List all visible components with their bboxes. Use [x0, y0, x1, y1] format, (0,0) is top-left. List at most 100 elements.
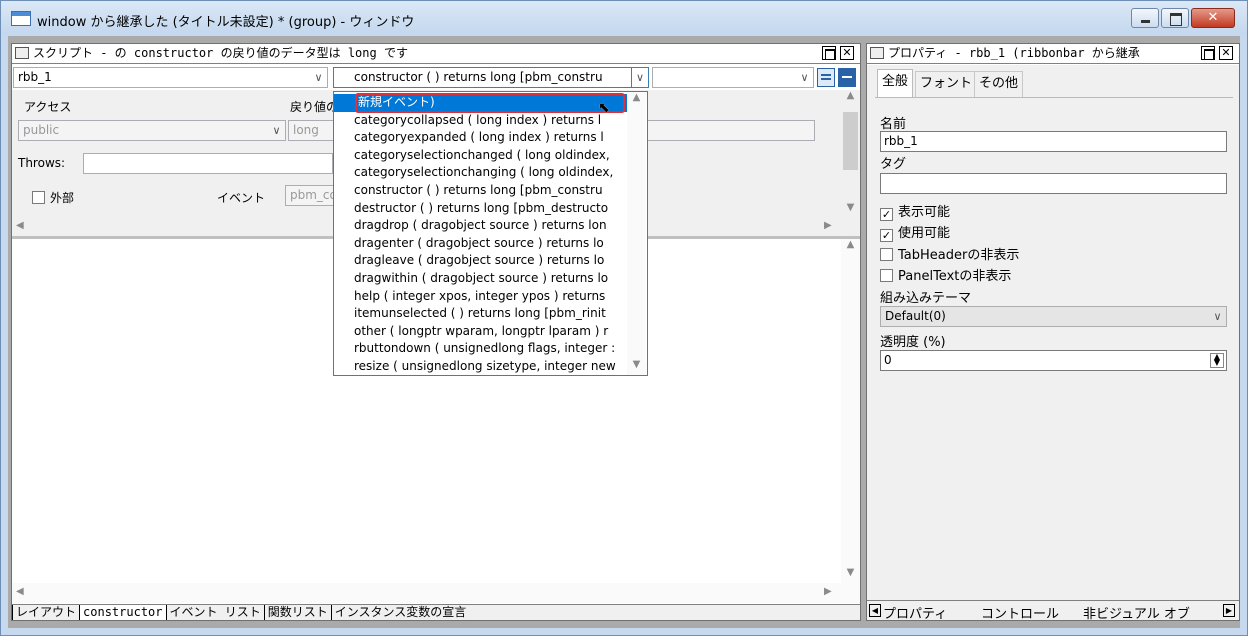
list-item[interactable]: dragwithin ( dragobject source ) returns…: [334, 270, 628, 288]
name-field[interactable]: rbb_1: [880, 131, 1227, 152]
editor-vscrollbar[interactable]: ▲ ▼: [841, 239, 860, 583]
list-item[interactable]: rbuttondown ( unsignedlong flags, intege…: [334, 340, 628, 358]
paneltext-checkbox[interactable]: PanelTextの非表示: [880, 265, 1011, 284]
divider: [875, 97, 1233, 98]
tab-constructor[interactable]: constructor: [79, 605, 166, 620]
chevron-down-icon: ∨: [631, 68, 648, 87]
visible-checkbox[interactable]: ✓ 表示可能: [880, 201, 950, 221]
layout-toggle-icon[interactable]: [817, 68, 835, 87]
scroll-left-icon[interactable]: ◀: [16, 220, 24, 231]
tab-properties[interactable]: プロパティ: [883, 603, 947, 620]
transparency-label: 透明度 (%): [880, 335, 946, 350]
tab-other[interactable]: その他: [974, 71, 1024, 97]
properties-vscrollbar[interactable]: ▲ ▼: [841, 90, 860, 218]
scroll-right-icon[interactable]: ▶: [824, 586, 832, 597]
throws-field[interactable]: [83, 153, 333, 174]
pane-close-button[interactable]: ✕: [840, 46, 854, 60]
list-item[interactable]: other ( longptr wparam, longptr lparam )…: [334, 323, 628, 341]
chevron-down-icon: ∨: [800, 71, 809, 84]
tag-field[interactable]: [880, 173, 1227, 194]
chevron-down-icon: ∨: [314, 71, 323, 84]
tab-event-list[interactable]: イベント リスト: [165, 605, 264, 620]
tab-controls[interactable]: コントロール: [981, 603, 1059, 620]
scroll-right-icon[interactable]: ▶: [824, 220, 832, 231]
properties-tab-strip: ◀ プロパティ コントロール 非ビジュアル オブ ▶: [867, 600, 1239, 620]
scroll-down-icon[interactable]: ▼: [841, 567, 860, 583]
dropdown-scrollbar[interactable]: ▲ ▼: [627, 92, 646, 375]
list-item[interactable]: dragenter ( dragobject source ) returns …: [334, 235, 628, 253]
scroll-left-icon[interactable]: ◀: [869, 604, 881, 617]
tag-label: タグ: [880, 157, 907, 172]
list-item[interactable]: categoryselectionchanged ( long oldindex…: [334, 147, 628, 165]
title-bar[interactable]: window から継承した (タイトル未設定) * (group) - ウィンド…: [1, 1, 1247, 35]
chevron-down-icon: ∨: [1213, 310, 1222, 323]
throws-label: Throws:: [18, 156, 66, 170]
properties-pane: プロパティ - rbb_1 (ribbonbar から継承 ✕ 全般 フォント …: [866, 43, 1240, 621]
theme-value: Default(0): [885, 309, 946, 323]
scroll-down-icon[interactable]: ▼: [627, 359, 646, 375]
external-label: 外部: [50, 191, 75, 205]
tab-layout[interactable]: レイアウト: [12, 605, 79, 620]
pane-icon: [870, 47, 884, 59]
list-item[interactable]: resize ( unsignedlong sizetype, integer …: [334, 358, 628, 375]
pane-close-button[interactable]: ✕: [1219, 46, 1233, 60]
window-title: window から継承した (タイトル未設定) * (group) - ウィンド…: [37, 15, 415, 30]
name-label: 名前: [880, 117, 907, 132]
list-item[interactable]: dragdrop ( dragobject source ) returns l…: [334, 217, 628, 235]
tab-instance-variables[interactable]: インスタンス変数の宣言: [330, 605, 470, 620]
spin-icon[interactable]: ▲ ▼: [1210, 353, 1224, 368]
list-item[interactable]: dragleave ( dragobject source ) returns …: [334, 252, 628, 270]
window-icon: [11, 11, 31, 26]
checkbox-icon: [32, 191, 45, 204]
pane-maximize-button[interactable]: [822, 46, 836, 60]
checkbox-icon: [880, 248, 893, 261]
access-combo[interactable]: public ∨: [18, 120, 286, 141]
pane-maximize-button[interactable]: [1201, 46, 1215, 60]
list-item[interactable]: categoryexpanded ( long index ) returns …: [334, 129, 628, 147]
paneltext-label: PanelTextの非表示: [898, 269, 1012, 284]
transparency-stepper[interactable]: 0 ▲ ▼: [880, 350, 1227, 371]
external-checkbox[interactable]: 外部: [32, 189, 74, 206]
enabled-label: 使用可能: [898, 226, 951, 241]
list-item[interactable]: constructor ( ) returns long [pbm_constr…: [334, 182, 628, 200]
list-item[interactable]: itemunselected ( ) returns long [pbm_rin…: [334, 305, 628, 323]
scroll-thumb[interactable]: [843, 112, 858, 170]
list-item[interactable]: help ( integer xpos, integer ypos ) retu…: [334, 288, 628, 306]
scroll-down-icon[interactable]: ▼: [841, 202, 860, 218]
tab-nonvisual-objects[interactable]: 非ビジュアル オブ: [1083, 603, 1223, 620]
checkmark-icon: ✓: [880, 229, 893, 242]
theme-label: 組み込みテーマ: [880, 291, 972, 306]
close-button[interactable]: ✕: [1191, 8, 1235, 28]
scroll-left-icon[interactable]: ◀: [16, 586, 24, 597]
tab-function-list[interactable]: 関数リスト: [263, 605, 331, 620]
tab-general[interactable]: 全般: [877, 69, 914, 97]
event-id-field[interactable]: pbm_co: [285, 185, 335, 206]
ancestor-combo[interactable]: ∨: [652, 67, 814, 88]
pane-icon: [15, 47, 29, 59]
transparency-value: 0: [884, 353, 892, 367]
checkbox-icon: [880, 269, 893, 282]
mouse-cursor-icon: ⬉: [598, 100, 610, 116]
object-combo[interactable]: rbb_1 ∨: [13, 67, 328, 88]
minimize-button[interactable]: [1131, 8, 1159, 28]
editor-hscrollbar[interactable]: ◀ ▶: [12, 583, 860, 603]
return-type-value: long: [293, 123, 319, 137]
theme-select[interactable]: Default(0) ∨: [880, 306, 1227, 327]
tabheader-checkbox[interactable]: TabHeaderの非表示: [880, 244, 1019, 263]
maximize-button[interactable]: [1161, 8, 1189, 28]
scroll-up-icon[interactable]: ▲: [841, 90, 860, 106]
split-view-icon[interactable]: [838, 68, 856, 87]
enabled-checkbox[interactable]: ✓ 使用可能: [880, 222, 950, 242]
event-combo[interactable]: constructor ( ) returns long [pbm_constr…: [333, 67, 649, 88]
list-item[interactable]: categorycollapsed ( long index ) returns…: [334, 112, 628, 130]
visible-label: 表示可能: [898, 205, 951, 220]
event-dropdown-list: 新規イベント) categorycollapsed ( long index )…: [333, 91, 648, 376]
scroll-right-icon[interactable]: ▶: [1223, 604, 1235, 617]
list-item[interactable]: categoryselectionchanging ( long oldinde…: [334, 164, 628, 182]
event-combo-value: constructor ( ) returns long [pbm_constr…: [354, 70, 603, 84]
list-item[interactable]: destructor ( ) returns long [pbm_destruc…: [334, 200, 628, 218]
scroll-up-icon[interactable]: ▲: [627, 92, 646, 108]
chevron-down-icon: ∨: [272, 124, 281, 137]
scroll-up-icon[interactable]: ▲: [841, 239, 860, 255]
tab-font[interactable]: フォント: [915, 71, 978, 97]
